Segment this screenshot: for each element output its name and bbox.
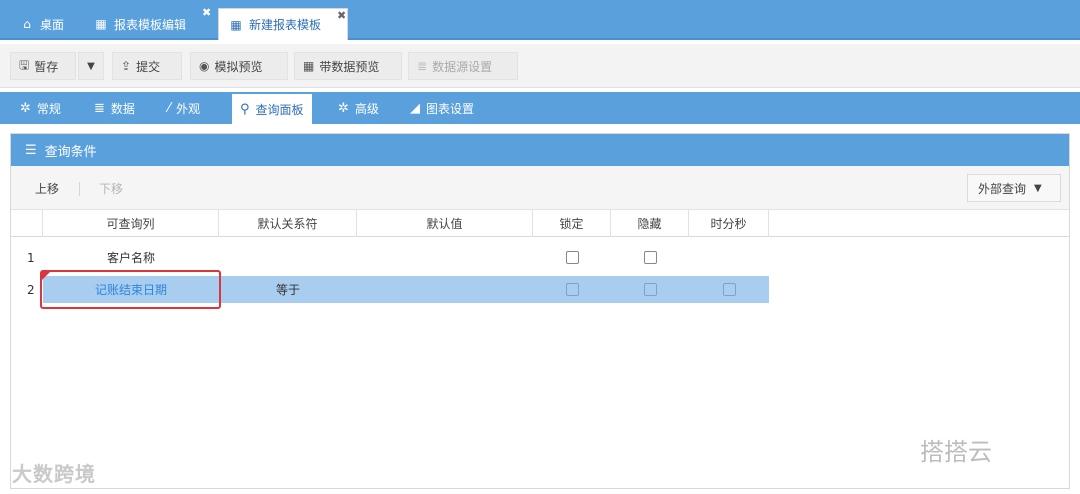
move-down-label: 下移 [99, 181, 124, 196]
row-number: 1 [27, 250, 35, 265]
gears-icon: ✲ [338, 100, 349, 116]
locked-checkbox[interactable] [565, 251, 579, 264]
submit-label: 提交 [136, 59, 161, 74]
search-icon: ⚲ [240, 101, 250, 117]
submit-button[interactable]: ⇪ 提交 [112, 52, 182, 80]
tab-data[interactable]: ≣ 数据 [94, 92, 135, 124]
database-icon: ≣ [417, 59, 428, 73]
tab-appearance[interactable]: ⁄ 外观 [168, 92, 200, 124]
toolbar-divider [79, 182, 80, 196]
hms-checkbox-cell [689, 276, 769, 303]
header-queryable-column[interactable]: 可查询列 [43, 210, 219, 237]
watermark-left: 大数跨境 [12, 462, 96, 486]
caret-down-icon: ▼ [1034, 182, 1042, 194]
move-down-button[interactable]: 下移 [89, 174, 133, 202]
hidden-checkbox-cell [611, 244, 689, 271]
tab-report-template-edit-label: 报表模板编辑 [114, 17, 187, 32]
save-button[interactable]: 🖫 暂存 [10, 52, 76, 80]
table-icon: ▦ [95, 17, 107, 31]
external-query-label: 外部查询 [978, 181, 1027, 196]
eye-icon: ◉ [199, 59, 210, 73]
tab-desktop-label: 桌面 [40, 17, 65, 32]
grid-header-row: 可查询列 默认关系符 默认值 锁定 隐藏 时分秒 [11, 210, 1069, 237]
caret-down-icon: ▼ [87, 60, 95, 72]
header-hms[interactable]: 时分秒 [689, 210, 769, 237]
cell-default-value[interactable] [357, 244, 533, 271]
tab-general-label: 常规 [36, 101, 61, 116]
panel-toolbar: 上移 下移 外部查询 ▼ [11, 166, 1069, 210]
move-up-label: 上移 [35, 181, 60, 196]
hms-checkbox[interactable] [722, 283, 736, 296]
top-tab-bar: ⌂ 桌面 ▦ 报表模板编辑 ✖ ▦ 新建报表模板 ✖ [0, 0, 1080, 40]
locked-checkbox[interactable] [565, 283, 579, 296]
tab-report-template-edit[interactable]: ▦ 报表模板编辑 ✖ [94, 6, 211, 40]
move-up-button[interactable]: 上移 [25, 174, 69, 202]
home-icon: ⌂ [23, 17, 31, 31]
save-dropdown-button[interactable]: ▼ [78, 52, 104, 80]
cell-default-value[interactable] [357, 276, 533, 303]
datasource-settings-label: 数据源设置 [432, 59, 493, 74]
upload-icon: ⇪ [121, 59, 132, 73]
hidden-checkbox-cell [611, 276, 689, 303]
panel-title: 查询条件 [44, 144, 97, 160]
floppy-icon: 🖫 [19, 57, 30, 72]
hidden-checkbox[interactable] [643, 251, 657, 264]
data-preview-button[interactable]: ▦ 带数据预览 [294, 52, 402, 80]
settings-tab-bar: ✲ 常规 ≣ 数据 ⁄ 外观 ⚲ 查询面板 ✲ 高级 ◢ 图表设置 [0, 92, 1080, 124]
row-number: 2 [27, 282, 35, 297]
data-preview-label: 带数据预览 [319, 59, 380, 74]
datasource-settings-button[interactable]: ≣ 数据源设置 [408, 52, 518, 80]
dirty-cell-marker [42, 272, 50, 280]
tab-new-report-template[interactable]: ▦ 新建报表模板 ✖ [218, 8, 348, 40]
header-default-value[interactable]: 默认值 [357, 210, 533, 237]
cell-default-relation[interactable]: 等于 [219, 276, 357, 303]
tab-new-report-template-label: 新建报表模板 [249, 18, 322, 32]
cell-default-relation[interactable] [219, 244, 357, 271]
table-icon: ▦ [230, 17, 242, 32]
simulate-preview-button[interactable]: ◉ 模拟预览 [190, 52, 288, 80]
header-locked[interactable]: 锁定 [533, 210, 611, 237]
header-default-relation[interactable]: 默认关系符 [219, 210, 357, 237]
cell-queryable-column[interactable]: 客户名称 [43, 244, 219, 271]
database-icon: ≣ [94, 100, 105, 116]
simulate-preview-label: 模拟预览 [214, 59, 263, 74]
tab-appearance-label: 外观 [176, 101, 201, 116]
tab-data-label: 数据 [110, 101, 135, 116]
header-hidden[interactable]: 隐藏 [611, 210, 689, 237]
tab-advanced[interactable]: ✲ 高级 [338, 92, 379, 124]
table-row[interactable]: 1 客户名称 [11, 244, 1069, 271]
watermark-right: 搭搭云 [920, 438, 992, 466]
tab-advanced-label: 高级 [354, 101, 379, 116]
highlight-annotation-box [40, 270, 221, 309]
tab-general[interactable]: ✲ 常规 [20, 92, 61, 124]
magic-wand-icon: ⁄ [168, 100, 171, 116]
tab-query-panel[interactable]: ⚲ 查询面板 [232, 94, 312, 124]
locked-checkbox-cell [533, 244, 611, 271]
hidden-checkbox[interactable] [643, 283, 657, 296]
locked-checkbox-cell [533, 276, 611, 303]
main-toolbar: 🖫 暂存 ▼ ⇪ 提交 ◉ 模拟预览 ▦ 带数据预览 ≣ 数据源设置 [0, 44, 1080, 88]
save-label: 暂存 [34, 59, 59, 74]
tab-chart-settings-label: 图表设置 [426, 101, 475, 116]
gear-icon: ✲ [20, 100, 31, 116]
close-icon[interactable]: ✖ [337, 9, 346, 22]
table-row-selected[interactable]: 2 记账结束日期 等于 [11, 270, 1069, 309]
close-icon[interactable]: ✖ [202, 6, 211, 19]
header-rownum [11, 210, 43, 237]
external-query-dropdown[interactable]: 外部查询 ▼ [967, 174, 1061, 202]
tab-desktop[interactable]: ⌂ 桌面 [20, 8, 64, 40]
table-icon: ▦ [303, 59, 315, 73]
area-chart-icon: ◢ [410, 100, 420, 116]
tab-chart-settings[interactable]: ◢ 图表设置 [410, 92, 474, 124]
query-conditions-panel: ☰ 查询条件 上移 下移 外部查询 ▼ 可查询列 默认关系符 默认值 锁定 隐藏… [10, 133, 1070, 489]
tab-query-panel-label: 查询面板 [255, 102, 304, 117]
panel-header: ☰ 查询条件 [11, 134, 1069, 166]
list-icon: ☰ [25, 142, 37, 158]
